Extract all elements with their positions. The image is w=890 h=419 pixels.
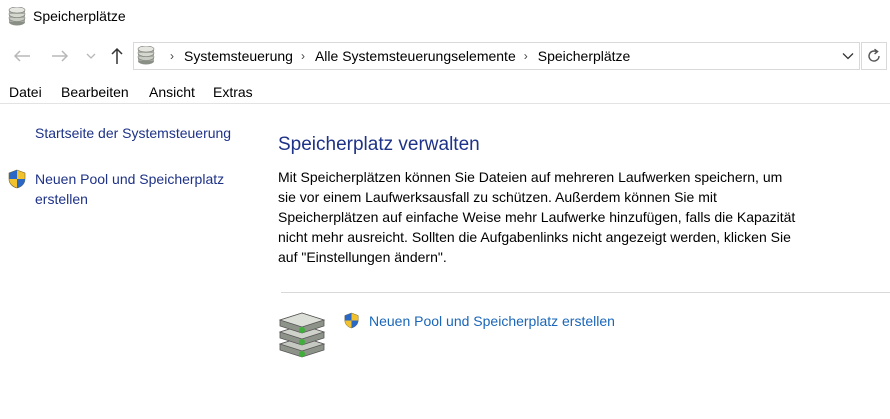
breadcrumb: › Systemsteuerung › Alle Systemsteuerung… (162, 43, 630, 69)
back-button[interactable] (9, 40, 35, 72)
forward-button[interactable] (47, 40, 73, 72)
recent-locations-button[interactable] (79, 40, 103, 72)
menu-ansicht[interactable]: Ansicht (149, 84, 195, 100)
storage-spaces-icon (137, 46, 155, 65)
uac-shield-icon (344, 312, 359, 329)
sidebar-new-pool-link[interactable]: Neuen Pool und Speicherplatz erstellen (35, 169, 224, 209)
breadcrumb-separator[interactable]: › (301, 49, 305, 63)
uac-shield-icon (8, 169, 26, 189)
breadcrumb-speicherplaetze[interactable]: Speicherplätze (538, 48, 631, 64)
refresh-button[interactable] (861, 42, 887, 70)
divider (281, 292, 890, 293)
page-title: Speicherplatz verwalten (278, 134, 480, 155)
breadcrumb-alle-elemente[interactable]: Alle Systemsteuerungselemente (315, 48, 516, 64)
chevron-down-icon (842, 53, 854, 60)
menu-bearbeiten[interactable]: Bearbeiten (61, 84, 129, 100)
up-button[interactable] (104, 40, 130, 72)
arrow-right-icon (52, 50, 69, 62)
refresh-icon (868, 48, 880, 62)
description-text: Mit Speicherplätzen können Sie Dateien a… (278, 169, 796, 265)
new-pool-task-link[interactable]: Neuen Pool und Speicherplatz erstellen (369, 313, 615, 329)
sidebar-new-pool-line2: erstellen (35, 191, 88, 207)
arrow-up-icon (111, 47, 123, 64)
address-history-button[interactable] (837, 43, 859, 69)
storage-spaces-icon (8, 7, 26, 26)
chevron-down-icon (86, 53, 96, 59)
breadcrumb-separator[interactable]: › (170, 49, 174, 63)
address-bar[interactable]: › Systemsteuerung › Alle Systemsteuerung… (133, 42, 860, 70)
breadcrumb-separator[interactable]: › (524, 49, 528, 63)
navigation-bar: › Systemsteuerung › Alle Systemsteuerung… (0, 40, 890, 72)
menu-datei[interactable]: Datei (9, 84, 42, 100)
arrow-left-icon (13, 50, 30, 62)
window-title: Speicherplätze (33, 8, 126, 24)
sidebar-home-link[interactable]: Startseite der Systemsteuerung (35, 123, 231, 143)
sidebar-new-pool-line1: Neuen Pool und Speicherplatz (35, 171, 225, 187)
menu-extras[interactable]: Extras (213, 84, 253, 100)
menu-bar: Datei Bearbeiten Ansicht Extras (0, 82, 890, 104)
breadcrumb-systemsteuerung[interactable]: Systemsteuerung (184, 48, 293, 64)
storage-pool-icon (278, 312, 326, 358)
title-bar: Speicherplätze (0, 0, 890, 34)
